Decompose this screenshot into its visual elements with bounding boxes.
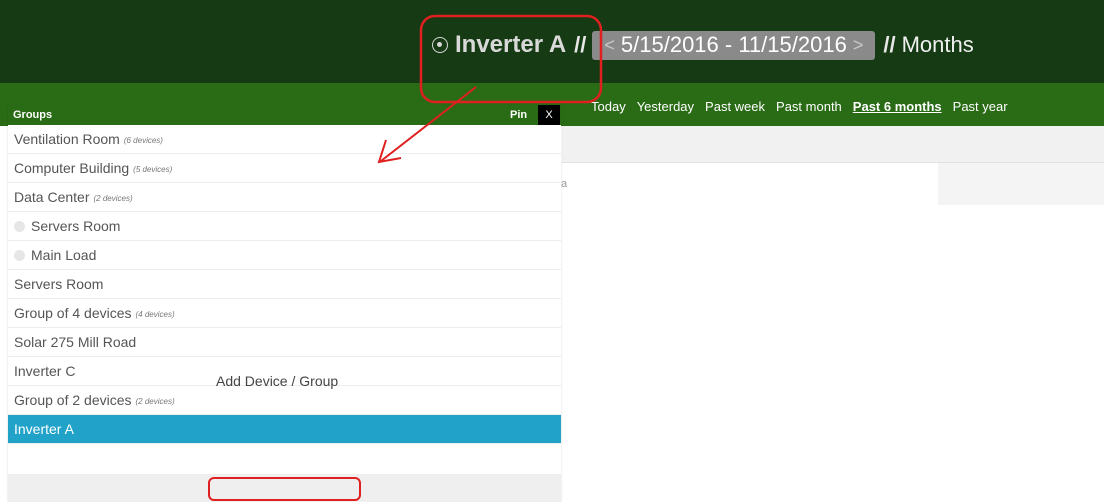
group-item-label: Group of 2 devices xyxy=(14,392,132,408)
separator: // xyxy=(883,32,896,57)
period-link-past-week[interactable]: Past week xyxy=(705,99,765,114)
add-device-group-link[interactable]: Add Device / Group xyxy=(216,373,338,389)
group-item-label: Solar 275 Mill Road xyxy=(14,334,137,350)
content-placeholder xyxy=(938,163,1104,205)
group-list-item[interactable]: Group of 2 devices (2 devices) xyxy=(8,386,561,415)
pin-button[interactable]: Pin xyxy=(510,109,527,121)
device-count: (5 devices) xyxy=(133,165,173,174)
group-list: Ventilation Room (6 devices) Computer Buil… xyxy=(8,125,561,444)
period-link-past-6-months[interactable]: Past 6 months xyxy=(853,99,942,114)
device-count: (2 devices) xyxy=(93,194,133,203)
group-item-label: Main Load xyxy=(31,247,97,263)
group-item-label: Data Center xyxy=(14,189,90,205)
group-list-item[interactable]: Ventilation Room (6 devices) xyxy=(8,125,561,154)
period-link-yesterday[interactable]: Yesterday xyxy=(637,99,694,114)
group-item-label: Servers Room xyxy=(14,276,104,292)
content-subbar xyxy=(562,126,1104,163)
status-dot-icon xyxy=(14,249,25,261)
period-link-today[interactable]: Today xyxy=(591,99,626,114)
group-list-item[interactable]: Group of 4 devices (4 devices) xyxy=(8,299,561,328)
device-count: (6 devices) xyxy=(123,136,163,145)
separator: // xyxy=(574,32,587,57)
chevron-left-icon[interactable]: < xyxy=(604,35,615,56)
target-icon[interactable] xyxy=(432,37,448,53)
partial-text: a xyxy=(561,178,568,190)
groups-panel-header: Groups Pin X xyxy=(8,105,561,125)
groups-panel: Groups Pin X Ventilation Room (6 devices)… xyxy=(8,105,561,502)
device-selector[interactable]: Inverter A xyxy=(455,31,566,59)
group-item-label: Group of 4 devices xyxy=(14,305,132,321)
device-count: (4 devices) xyxy=(135,310,175,319)
group-list-item[interactable]: Inverter A xyxy=(8,415,561,444)
group-item-label: Computer Building xyxy=(14,160,130,176)
chevron-right-icon[interactable]: > xyxy=(853,35,864,56)
group-list-child-item[interactable]: Servers Room xyxy=(8,212,561,241)
group-list-item[interactable]: Data Center (2 devices) xyxy=(8,183,561,212)
period-link-past-year[interactable]: Past year xyxy=(953,99,1008,114)
granularity-selector[interactable]: Months xyxy=(902,32,974,58)
period-link-past-month[interactable]: Past month xyxy=(776,99,842,114)
close-button[interactable]: X xyxy=(538,105,560,125)
group-item-label: Ventilation Room xyxy=(14,131,120,147)
group-list-item[interactable]: Servers Room xyxy=(8,270,561,299)
group-item-label: Servers Room xyxy=(31,218,121,234)
group-list-child-item[interactable]: Main Load xyxy=(8,241,561,270)
group-list-item[interactable]: Computer Building (5 devices) xyxy=(8,154,561,183)
group-item-label: Inverter A xyxy=(14,421,74,437)
device-count: (2 devices) xyxy=(135,397,175,406)
status-dot-icon xyxy=(14,220,25,232)
header-title: Inverter A // < 5/15/2016 - 11/15/2016 >… xyxy=(432,27,974,63)
date-range-box[interactable]: < 5/15/2016 - 11/15/2016 > xyxy=(592,30,876,60)
date-range-text[interactable]: 5/15/2016 - 11/15/2016 xyxy=(621,32,847,58)
groups-panel-footer xyxy=(8,474,561,502)
groups-panel-title: Groups xyxy=(13,109,53,121)
group-item-label: Inverter C xyxy=(14,363,76,379)
group-list-item[interactable]: Solar 275 Mill Road xyxy=(8,328,561,357)
period-links: Today Yesterday Past week Past month Past 6 … xyxy=(591,99,1008,114)
